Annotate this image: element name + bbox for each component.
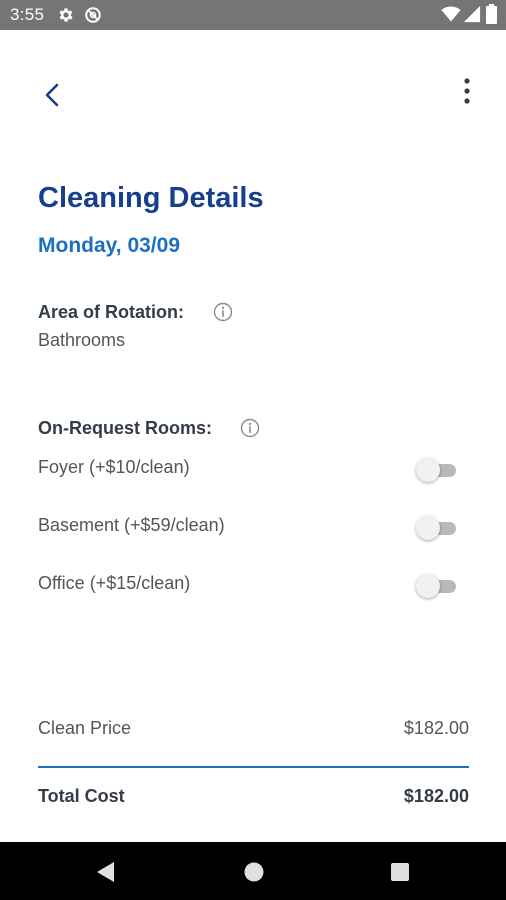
toggle-thumb (416, 574, 440, 598)
summary-divider (38, 766, 469, 768)
on-request-label: On-Request Rooms: (38, 418, 213, 438)
info-icon (240, 418, 260, 438)
cleaning-date: Monday, 03/09 (38, 234, 180, 257)
chevron-left-icon (45, 83, 59, 107)
room-toggle-foyer[interactable] (416, 458, 458, 482)
info-icon (213, 302, 233, 322)
signal-icon (463, 5, 481, 28)
more-vertical-icon (464, 78, 470, 104)
rotation-label: Area of Rotation: (38, 302, 184, 322)
settings-icon (57, 6, 75, 29)
rotation-info-button[interactable] (213, 302, 233, 322)
system-nav-bar (0, 842, 506, 900)
room-label-office: Office (+$15/clean) (38, 573, 191, 593)
room-label-basement: Basement (+$59/clean) (38, 515, 225, 535)
toggle-thumb (416, 458, 440, 482)
clean-price-value: $182.00 (403, 718, 469, 738)
room-label-foyer: Foyer (+$10/clean) (38, 457, 190, 477)
wifi-icon (441, 5, 461, 28)
room-toggle-office[interactable] (416, 574, 458, 598)
page-title: Cleaning Details (38, 182, 264, 214)
back-button[interactable] (38, 80, 68, 110)
battery-icon (486, 4, 497, 29)
on-request-info-button[interactable] (240, 418, 260, 438)
status-time: 3:55 (10, 5, 45, 24)
more-options-button[interactable] (456, 75, 478, 109)
nav-recents-icon (391, 863, 409, 881)
nav-back-button[interactable] (94, 859, 120, 885)
status-bar: 3:55 (0, 0, 506, 30)
nav-recents-button[interactable] (387, 859, 413, 885)
nav-back-icon (97, 862, 114, 882)
room-toggle-basement[interactable] (416, 516, 458, 540)
total-cost-label: Total Cost (38, 786, 125, 806)
vpn-icon (84, 6, 102, 29)
cleaning-details-screen: Cleaning Details Monday, 03/09 Area of R… (0, 30, 506, 842)
rotation-value: Bathrooms (38, 330, 126, 350)
toggle-thumb (416, 516, 440, 540)
nav-home-icon (244, 862, 264, 882)
total-cost-value: $182.00 (403, 786, 469, 806)
nav-home-button[interactable] (241, 859, 267, 885)
clean-price-label: Clean Price (38, 718, 132, 738)
